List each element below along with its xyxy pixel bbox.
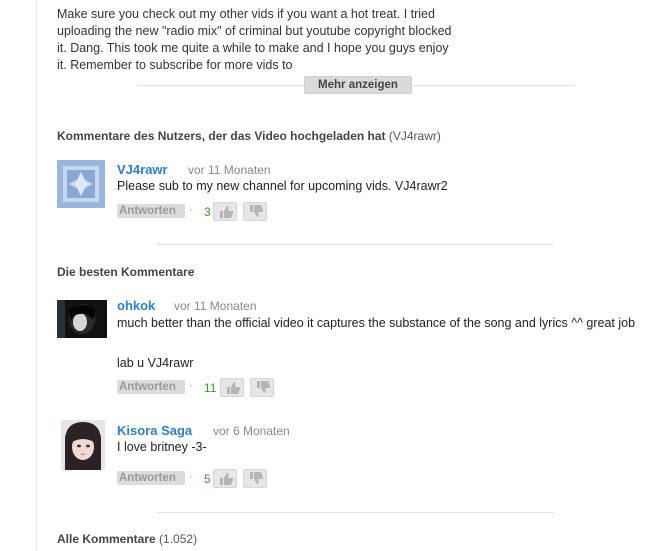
section-divider bbox=[157, 244, 554, 245]
user-photo-icon bbox=[57, 300, 107, 338]
like-button[interactable] bbox=[220, 378, 244, 397]
thumbs-down-icon bbox=[250, 472, 264, 484]
reply-button[interactable]: Antworten bbox=[117, 204, 185, 218]
comment-author[interactable]: Kisora Saga bbox=[117, 423, 192, 438]
separator-dot: · bbox=[189, 204, 193, 216]
thumbs-up-icon bbox=[227, 382, 241, 394]
comment-age: vor 11 Monaten bbox=[174, 299, 257, 313]
left-border bbox=[36, 0, 37, 551]
comment-author[interactable]: ohkok bbox=[117, 298, 155, 313]
comment-age: vor 11 Monaten bbox=[188, 163, 271, 177]
vote-count: 3 bbox=[204, 205, 211, 219]
comment-text: much better than the official video it c… bbox=[117, 316, 636, 330]
user-photo-icon bbox=[61, 420, 105, 470]
thumbs-up-icon bbox=[220, 206, 234, 218]
vote-count: 11 bbox=[204, 381, 217, 395]
uploader-comments-title: Kommentare des Nutzers, der das Video ho… bbox=[57, 129, 386, 143]
uploader-name-tag: (VJ4rawr) bbox=[388, 129, 441, 143]
uploader-comments-heading: Kommentare des Nutzers, der das Video ho… bbox=[57, 129, 441, 143]
comment-age: vor 6 Monaten bbox=[213, 424, 290, 438]
comment-author[interactable]: VJ4rawr bbox=[117, 162, 168, 177]
section-divider bbox=[157, 512, 554, 513]
like-button[interactable] bbox=[213, 202, 237, 221]
video-description: Make sure you check out my other vids if… bbox=[57, 7, 452, 72]
avatar-kisora-saga[interactable] bbox=[61, 420, 105, 470]
like-button[interactable] bbox=[213, 469, 237, 488]
all-comments-count: (1.052) bbox=[159, 532, 198, 546]
dislike-button[interactable] bbox=[243, 202, 267, 221]
comment-text: Please sub to my new channel for upcomin… bbox=[117, 179, 448, 193]
dislike-button[interactable] bbox=[243, 469, 267, 488]
dislike-button[interactable] bbox=[250, 378, 274, 397]
reply-button[interactable]: Antworten bbox=[117, 471, 185, 485]
thumbs-down-icon bbox=[257, 381, 271, 393]
reply-button[interactable]: Antworten bbox=[117, 380, 185, 394]
comment-text-line2: lab u VJ4rawr bbox=[117, 356, 194, 370]
vote-count: 5 bbox=[204, 472, 211, 486]
top-comments-heading: Die besten Kommentare bbox=[57, 265, 195, 279]
comment-text: I love britney -3- bbox=[117, 440, 207, 454]
separator-dot: · bbox=[189, 471, 193, 483]
thumbs-up-icon bbox=[220, 473, 234, 485]
all-comments-title: Alle Kommentare bbox=[57, 532, 156, 546]
avatar-vj4rawr[interactable] bbox=[57, 160, 105, 208]
show-more-row: Mehr anzeigen bbox=[137, 75, 575, 95]
show-more-button[interactable]: Mehr anzeigen bbox=[304, 76, 412, 94]
default-avatar-icon bbox=[57, 160, 105, 208]
separator-dot: · bbox=[189, 380, 193, 392]
thumbs-down-icon bbox=[250, 205, 264, 217]
all-comments-heading: Alle Kommentare (1.052) bbox=[57, 532, 197, 546]
avatar-ohkok[interactable] bbox=[57, 300, 107, 338]
